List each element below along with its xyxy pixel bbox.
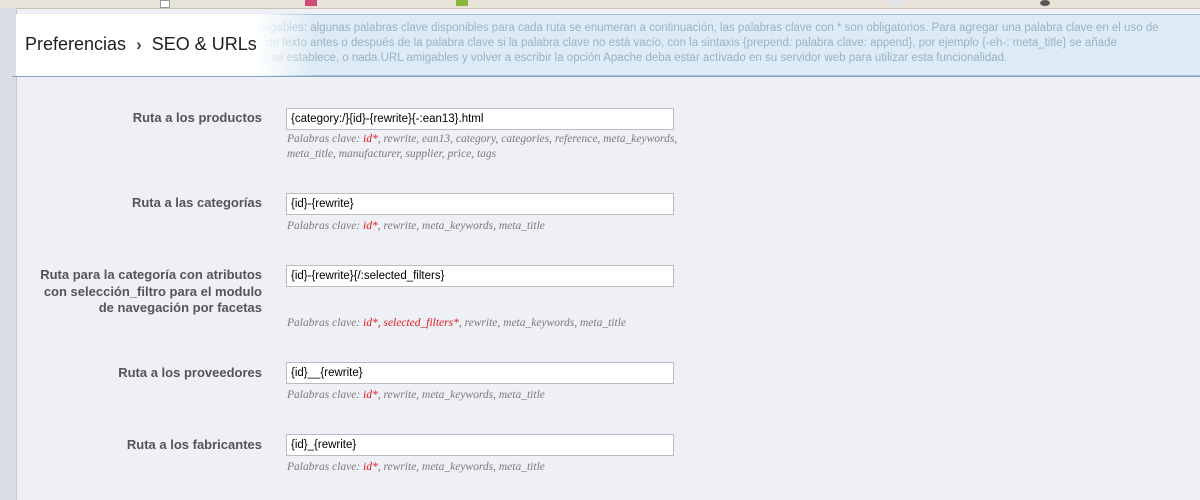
suppliers-route-hint: Palabras clave: id*, rewrite, meta_keywo… [287, 389, 545, 401]
page-title: SEO & URLs [151, 34, 257, 54]
breadcrumb: Preferencias › SEO & URLs [25, 34, 257, 55]
faceted-category-route-label: Ruta para la categoría con atributos con… [40, 267, 262, 315]
bookmark-icon[interactable] [890, 0, 902, 6]
faceted-category-route-hint: Palabras clave: id*, selected_filters*, … [287, 317, 626, 329]
categories-route-hint: Palabras clave: id*, rewrite, meta_keywo… [287, 220, 545, 232]
manufacturers-route-input[interactable] [286, 434, 674, 456]
manufacturers-route-hint: Palabras clave: id*, rewrite, meta_keywo… [287, 461, 545, 473]
products-route-input[interactable] [286, 108, 674, 130]
left-sidebar-rail [0, 8, 17, 500]
categories-route-input[interactable] [286, 193, 674, 215]
header-divider [12, 76, 1200, 77]
products-route-hint: Palabras clave: id*, rewrite, ean13, cat… [287, 133, 678, 160]
breadcrumb-parent[interactable]: Preferencias [25, 34, 126, 54]
bookmark-icon[interactable] [1040, 0, 1050, 6]
manufacturers-route-label: Ruta a los fabricantes [126, 437, 262, 452]
faceted-category-route-input[interactable] [286, 265, 674, 287]
categories-route-label: Ruta a las categorías [131, 195, 262, 210]
chevron-right-icon: › [136, 35, 142, 54]
suppliers-route-label: Ruta a los proveedores [118, 365, 262, 380]
bookmark-icon[interactable] [456, 0, 468, 6]
bookmark-icon[interactable] [305, 0, 317, 6]
page-header: Preferencias › SEO & URLs [16, 14, 1200, 76]
browser-bookmarks-bar [0, 0, 1200, 9]
suppliers-route-input[interactable] [286, 362, 674, 384]
bookmark-icon[interactable] [160, 0, 170, 8]
products-route-label: Ruta a los productos [132, 110, 262, 125]
